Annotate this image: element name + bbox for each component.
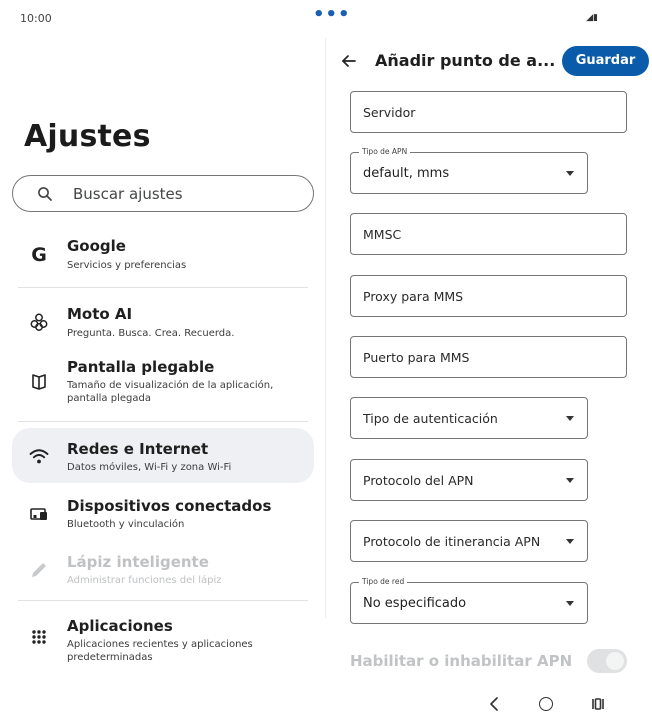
apn-editor-pane: Añadir punto de a... Guardar Servidor Ti… [326, 38, 652, 726]
nav-home-icon[interactable] [539, 697, 553, 711]
settings-pane: Ajustes Buscar ajustes G Google Servicio… [0, 38, 326, 726]
server-field[interactable]: Servidor [350, 91, 627, 133]
moto-ai-icon [30, 313, 48, 331]
apps-grid-icon [32, 630, 46, 644]
roaming-protocol-dropdown[interactable]: Protocolo de itinerancia APN [350, 520, 588, 562]
settings-item-subtitle: Datos móviles, Wi-Fi y zona Wi-Fi [67, 462, 232, 473]
apn-protocol-dropdown[interactable]: Protocolo del APN [350, 459, 588, 501]
settings-item-title: Redes e Internet [67, 440, 209, 458]
mms-port-placeholder: Puerto para MMS [363, 350, 470, 365]
nav-back-icon[interactable] [487, 696, 501, 712]
settings-item-apps[interactable]: Aplicaciones Aplicaciones recientes y ap… [12, 608, 314, 668]
signal-battery-icons: ◢▮ [586, 13, 598, 23]
apn-type-value: default, mms [363, 166, 450, 181]
settings-item-title: Moto AI [67, 305, 133, 323]
status-bar: 10:00 ••• ◢▮ [0, 0, 652, 38]
toggle-knob [606, 652, 624, 670]
settings-item-moto-ai[interactable]: Moto AI Pregunta. Busca. Crea. Recuerda. [12, 296, 314, 344]
settings-item-title: Lápiz inteligente [67, 553, 209, 571]
settings-item-title: Pantalla plegable [67, 358, 215, 376]
nav-recents-icon[interactable] [591, 697, 605, 711]
google-g-icon: G [31, 244, 47, 266]
settings-item-title: Dispositivos conectados [67, 497, 272, 515]
divider [18, 421, 308, 422]
network-type-value: No especificado [363, 596, 467, 611]
auth-type-placeholder: Tipo de autenticación [363, 411, 498, 426]
settings-item-connected-devices[interactable]: Dispositivos conectados Bluetooth y vinc… [12, 488, 314, 538]
dropdown-caret-icon [566, 539, 574, 544]
apn-enable-label: Habilitar o inhabilitar APN [350, 652, 573, 670]
apn-enable-toggle[interactable] [587, 649, 627, 673]
auth-type-dropdown[interactable]: Tipo de autenticación [350, 397, 588, 439]
dropdown-caret-icon [566, 171, 574, 176]
status-time: 10:00 [20, 12, 52, 25]
settings-item-subtitle: Aplicaciones recientes y aplicaciones pr… [67, 639, 253, 663]
divider [18, 600, 308, 601]
save-button[interactable]: Guardar [562, 46, 649, 76]
dropdown-caret-icon [566, 416, 574, 421]
settings-item-subtitle: Servicios y preferencias [67, 260, 187, 271]
settings-item-subtitle: Pregunta. Busca. Crea. Recuerda. [67, 328, 235, 339]
apn-editor-title: Añadir punto de a... [375, 51, 556, 70]
apn-type-dropdown[interactable]: Tipo de APN default, mms [350, 147, 588, 194]
search-placeholder: Buscar ajustes [73, 185, 183, 203]
divider [18, 287, 308, 288]
settings-item-title: Aplicaciones [67, 617, 173, 635]
settings-item-subtitle: Bluetooth y vinculación [67, 519, 185, 530]
server-placeholder: Servidor [363, 105, 416, 120]
settings-item-google[interactable]: G Google Servicios y preferencias [12, 228, 314, 282]
devices-icon [30, 508, 47, 520]
mms-proxy-field[interactable]: Proxy para MMS [350, 275, 627, 317]
search-input[interactable]: Buscar ajustes [12, 175, 314, 212]
window-handle-dots[interactable]: ••• [313, 6, 351, 24]
dropdown-caret-icon [566, 601, 574, 606]
back-arrow-icon[interactable] [340, 52, 358, 70]
settings-item-smart-stylus: Lápiz inteligente Administrar funciones … [12, 544, 314, 594]
mmsc-field[interactable]: MMSC [350, 213, 627, 255]
wifi-icon [29, 449, 49, 464]
network-type-label: Tipo de red [359, 577, 408, 587]
settings-item-title: Google [67, 237, 126, 255]
search-icon [38, 187, 52, 201]
mms-port-field[interactable]: Puerto para MMS [350, 336, 627, 378]
roaming-protocol-placeholder: Protocolo de itinerancia APN [363, 534, 541, 549]
foldable-icon [32, 374, 46, 390]
mms-proxy-placeholder: Proxy para MMS [363, 289, 464, 304]
settings-item-subtitle: Tamaño de visualización de la aplicación… [67, 380, 274, 404]
stylus-icon [32, 563, 46, 577]
network-type-dropdown[interactable]: Tipo de red No especificado [350, 577, 588, 624]
settings-item-foldable-screen[interactable]: Pantalla plegable Tamaño de visualizació… [12, 349, 314, 413]
settings-item-network-internet[interactable]: Redes e Internet Datos móviles, Wi-Fi y … [12, 428, 314, 483]
settings-item-subtitle: Administrar funciones del lápiz [67, 575, 222, 586]
apn-type-label: Tipo de APN [359, 147, 411, 157]
mmsc-placeholder: MMSC [363, 227, 402, 242]
dropdown-caret-icon [566, 478, 574, 483]
apn-protocol-placeholder: Protocolo del APN [363, 473, 474, 488]
page-title: Ajustes [24, 119, 151, 154]
